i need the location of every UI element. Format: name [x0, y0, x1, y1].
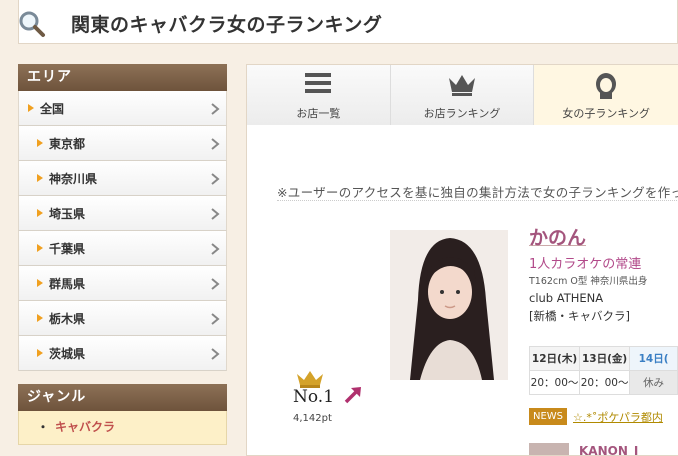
tab-shop-ranking[interactable]: お店ランキング [390, 65, 535, 125]
genre-item-label: キャバクラ [55, 420, 116, 434]
sidebar-item-gunma[interactable]: 群馬県 [18, 266, 227, 301]
chevron-right-icon [211, 243, 220, 255]
sidebar-item-saitama[interactable]: 埼玉県 [18, 196, 227, 231]
trend-up-arrow-icon [343, 385, 363, 409]
news-badge: NEWS [529, 408, 567, 425]
cast-profile: T162cm O型 神奈川県出身 [529, 276, 648, 287]
genre-bullet: ・ [37, 420, 50, 434]
schedule-time: 20：00～ [579, 370, 631, 395]
schedule-table: 12日(木) 13日(金) 14日( 20：00～ 20：00～ 休み [528, 346, 678, 395]
area-heading: エリア [18, 64, 227, 91]
sidebar-item-label: 茨城県 [49, 346, 86, 361]
rank-number: No.1 [293, 387, 335, 407]
bullet-triangle-icon [37, 349, 43, 357]
cast-shop-name[interactable]: club ATHENA [529, 291, 603, 305]
sidebar-item-kanagawa[interactable]: 神奈川県 [18, 161, 227, 196]
bullet-triangle-icon [37, 244, 43, 252]
chevron-right-icon [211, 348, 220, 360]
bullet-triangle-icon [37, 314, 43, 322]
sidebar-item-label: 千葉県 [49, 241, 86, 256]
tab-label: 女の子ランキング [562, 107, 651, 120]
sidebar-item-label: 全国 [40, 101, 65, 116]
bullet-triangle-icon [37, 174, 43, 182]
tab-bar: お店一覧 お店ランキング 女の子ランキング [247, 65, 678, 125]
sidebar-item-ibaraki[interactable]: 茨城県 [18, 336, 227, 371]
rank-points: 4,142pt [293, 413, 332, 424]
schedule-day: 14日( [629, 346, 678, 371]
main-panel: お店一覧 お店ランキング 女の子ランキング ※ユーザーのアクセスを基に独自の集計… [246, 64, 678, 456]
chevron-right-icon [211, 138, 220, 150]
blog-thumbnail[interactable] [529, 443, 569, 455]
divider [277, 200, 678, 201]
bullet-triangle-icon [28, 104, 34, 112]
chevron-right-icon [211, 208, 220, 220]
sidebar: エリア 全国 東京都 神奈川県 埼玉県 千葉県 群馬県 栃木県 茨城県 ジャンル… [18, 64, 227, 445]
chevron-right-icon [211, 103, 220, 115]
cast-photo[interactable] [390, 230, 508, 380]
sidebar-item-label: 埼玉県 [49, 206, 86, 221]
schedule-day: 13日(金) [579, 346, 631, 371]
bullet-triangle-icon [37, 139, 43, 147]
news-link[interactable]: ☆.*˚ポケパラ都内 [573, 409, 663, 425]
genre-heading: ジャンル [18, 384, 227, 411]
tab-label: お店一覧 [296, 107, 341, 120]
sidebar-item-chiba[interactable]: 千葉県 [18, 231, 227, 266]
ranking-notice: ※ユーザーのアクセスを基に独自の集計方法で女の子ランキングを作って [277, 185, 678, 200]
cast-shop-area: [新橋・キャバクラ] [529, 309, 630, 323]
sidebar-item-label: 栃木県 [49, 311, 86, 326]
girl-icon [595, 72, 617, 104]
schedule-time: 休み [629, 370, 678, 395]
sidebar-item-label: 神奈川県 [49, 171, 98, 186]
schedule-time: 20：00～ [528, 370, 581, 395]
header-bar: 関東のキャバクラ女の子ランキング [18, 0, 678, 44]
cast-name-link[interactable]: かのん [529, 223, 586, 250]
menu-icon [305, 72, 332, 98]
crown-icon [447, 72, 477, 100]
page-title: 関東のキャバクラ女の子ランキング [71, 14, 383, 36]
tab-girl-ranking[interactable]: 女の子ランキング [534, 65, 678, 125]
chevron-right-icon [211, 313, 220, 325]
bullet-triangle-icon [37, 279, 43, 287]
chevron-right-icon [211, 173, 220, 185]
blog-title-link[interactable]: KANON_I [579, 444, 638, 455]
schedule-day: 12日(木) [528, 346, 581, 371]
chevron-right-icon [211, 278, 220, 290]
sidebar-item-national[interactable]: 全国 [18, 91, 227, 126]
sidebar-item-tochigi[interactable]: 栃木県 [18, 301, 227, 336]
sidebar-item-label: 群馬県 [49, 276, 86, 291]
genre-item-cabaret[interactable]: ・キャバクラ [18, 411, 227, 445]
tab-shop-list[interactable]: お店一覧 [247, 65, 391, 125]
search-icon [11, 6, 51, 46]
bullet-triangle-icon [37, 209, 43, 217]
sidebar-item-label: 東京都 [49, 136, 86, 151]
tab-label: お店ランキング [423, 107, 501, 120]
cast-catchphrase: 1人カラオケの常連 [529, 257, 642, 272]
sidebar-item-tokyo[interactable]: 東京都 [18, 126, 227, 161]
